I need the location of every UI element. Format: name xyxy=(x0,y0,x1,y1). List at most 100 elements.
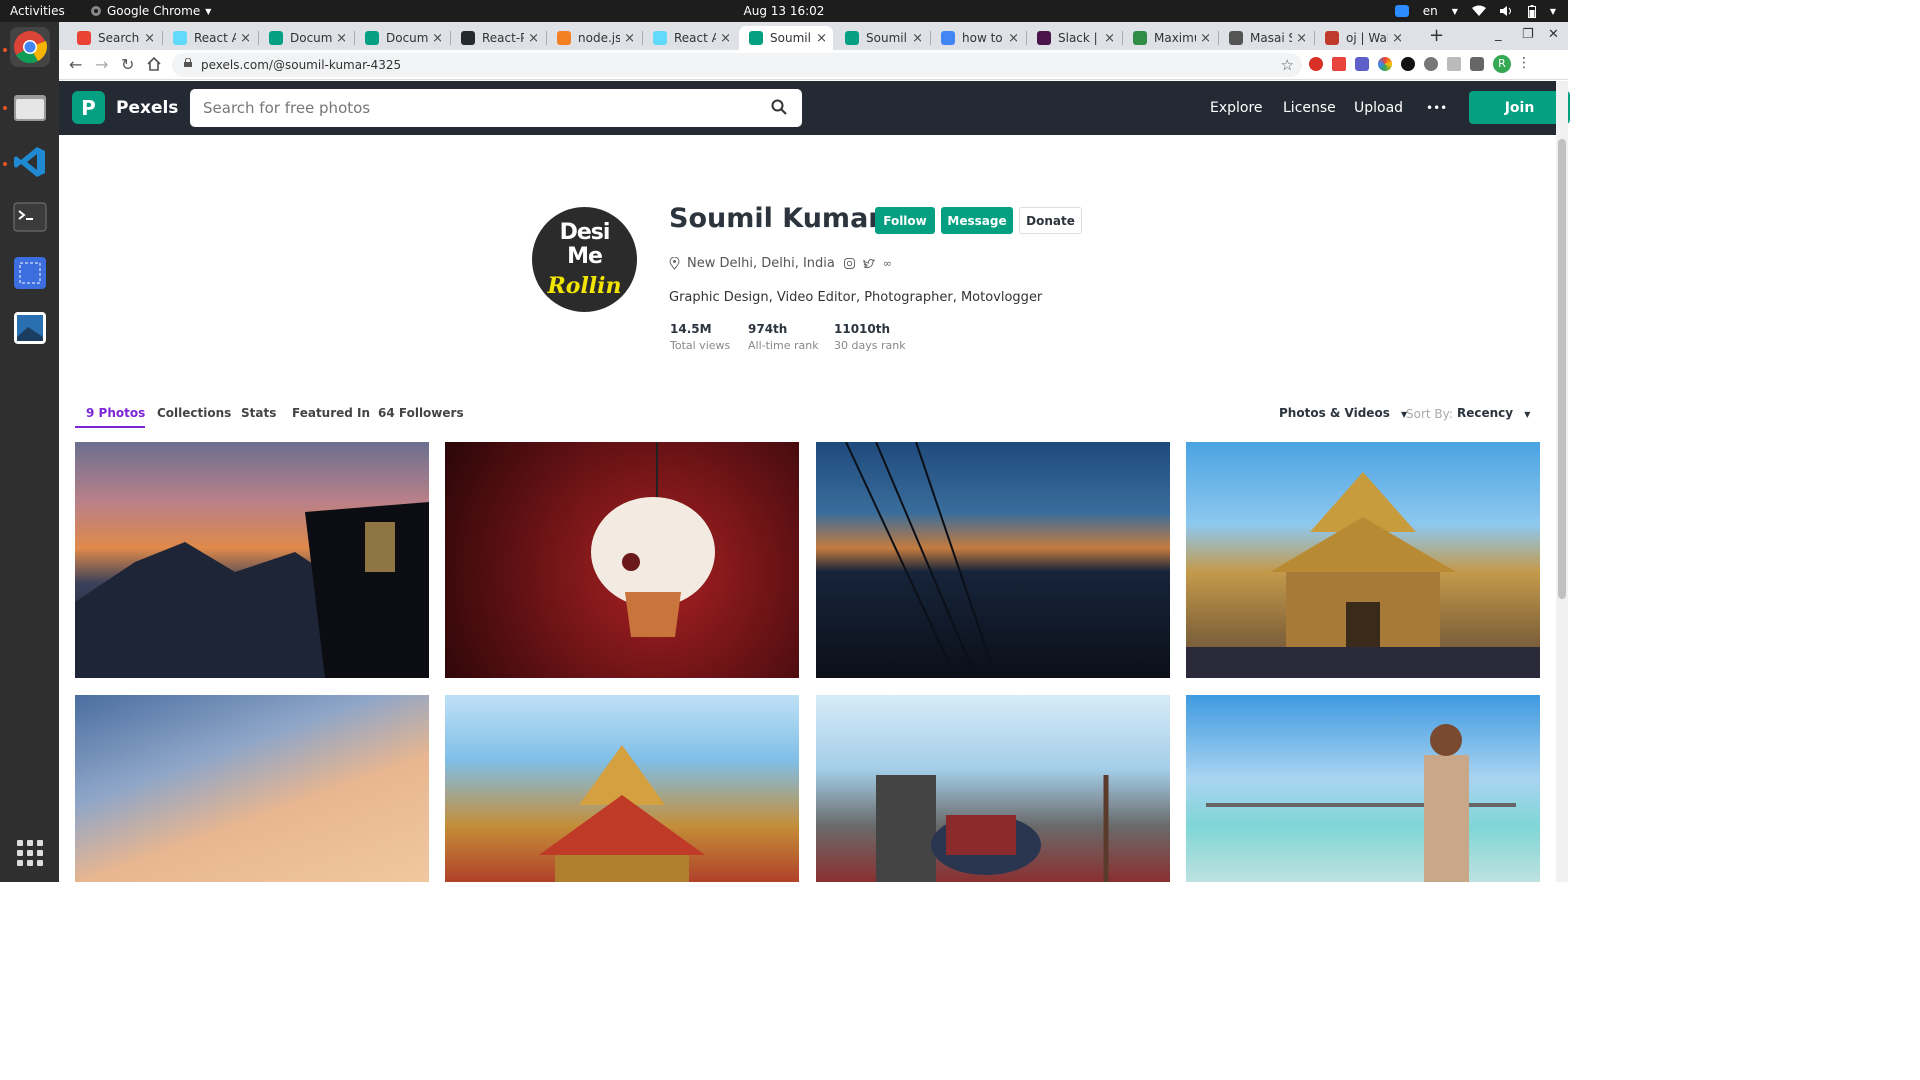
link-icon[interactable]: ∞ xyxy=(883,257,892,270)
instagram-icon[interactable] xyxy=(843,258,855,269)
join-button[interactable]: Join xyxy=(1469,91,1570,124)
tab-close-icon[interactable]: × xyxy=(1104,31,1115,46)
activities-button[interactable]: Activities xyxy=(10,4,65,18)
puzzle-extensions-icon[interactable] xyxy=(1470,57,1484,71)
tab-close-icon[interactable]: × xyxy=(240,31,251,46)
photo-tile[interactable] xyxy=(1186,695,1540,882)
browser-tab[interactable]: oj | Wall × xyxy=(1315,26,1409,50)
upload-link[interactable]: Upload xyxy=(1354,100,1403,116)
browser-tab[interactable]: React Ap × xyxy=(643,26,737,50)
extension-meet-icon[interactable] xyxy=(1355,57,1369,71)
extension-grey-icon[interactable] xyxy=(1424,57,1438,71)
pexels-logo-text[interactable]: Pexels xyxy=(116,98,178,118)
pexels-logo-icon[interactable]: P xyxy=(72,91,105,124)
tab-featured-in[interactable]: Featured In xyxy=(292,406,370,420)
tab-followers[interactable]: 64 Followers xyxy=(378,406,464,420)
tab-close-icon[interactable]: × xyxy=(1200,31,1211,46)
chrome-small-icon xyxy=(91,6,101,16)
minimize-button[interactable]: _ xyxy=(1495,27,1502,42)
terminal-dock-icon[interactable] xyxy=(10,197,50,237)
photo-tile[interactable] xyxy=(445,442,799,678)
tab-close-icon[interactable]: × xyxy=(432,31,443,46)
photo-tile[interactable] xyxy=(75,695,429,882)
browser-tab[interactable]: React Ap × xyxy=(163,26,257,50)
scrollbar-thumb[interactable] xyxy=(1558,139,1566,599)
browser-tab[interactable]: Slack | c × xyxy=(1027,26,1121,50)
photo-tile[interactable] xyxy=(816,442,1170,678)
tab-close-icon[interactable]: × xyxy=(624,31,635,46)
profile-avatar-icon[interactable]: R xyxy=(1493,55,1511,73)
forward-icon[interactable]: → xyxy=(95,55,108,74)
browser-tab[interactable]: Docume × xyxy=(259,26,353,50)
tab-photos[interactable]: 9 Photos xyxy=(86,406,145,420)
photo-tile[interactable] xyxy=(1186,442,1540,678)
chrome-dock-icon[interactable] xyxy=(10,27,50,67)
bookmark-star-icon[interactable]: ☆ xyxy=(1281,56,1294,74)
language-indicator[interactable]: en xyxy=(1423,4,1438,18)
browser-tab[interactable]: Soumil K × xyxy=(739,26,833,50)
extension-dark-icon[interactable] xyxy=(1401,57,1415,71)
browser-tab[interactable]: Search r × xyxy=(67,26,161,50)
profile-name: Soumil Kumar xyxy=(669,203,882,234)
folder-icon xyxy=(14,95,46,121)
tab-close-icon[interactable]: × xyxy=(144,31,155,46)
new-tab-button[interactable]: + xyxy=(1429,25,1444,46)
search-input[interactable] xyxy=(190,89,802,127)
browser-tab[interactable]: Docume × xyxy=(355,26,449,50)
extension-red-icon[interactable] xyxy=(1309,57,1323,71)
gmail-icon xyxy=(77,31,91,45)
tab-close-icon[interactable]: × xyxy=(816,31,827,46)
explore-link[interactable]: Explore xyxy=(1210,100,1263,116)
back-icon[interactable]: ← xyxy=(69,55,82,74)
system-tray[interactable]: en ▼ ▼ xyxy=(1394,4,1556,18)
browser-tab[interactable]: how to i × xyxy=(931,26,1025,50)
browser-tab[interactable]: React-Pl × xyxy=(451,26,545,50)
tab-close-icon[interactable]: × xyxy=(912,31,923,46)
download-icon[interactable] xyxy=(1447,57,1461,71)
reload-icon[interactable]: ↻ xyxy=(121,55,134,74)
home-icon[interactable] xyxy=(147,56,161,75)
twitter-icon[interactable] xyxy=(863,258,875,269)
tab-close-icon[interactable]: × xyxy=(1008,31,1019,46)
donate-button[interactable]: Donate xyxy=(1019,207,1082,234)
search-icon[interactable] xyxy=(771,99,787,115)
stat-total-views: 14.5M Total views xyxy=(670,322,731,352)
tab-close-icon[interactable]: × xyxy=(1296,31,1307,46)
screenshot-dock-icon[interactable] xyxy=(10,253,50,293)
show-applications-icon[interactable] xyxy=(17,840,43,866)
tab-label: Docume xyxy=(386,31,428,45)
browser-tab[interactable]: Masai S × xyxy=(1219,26,1313,50)
vscode-dock-icon[interactable] xyxy=(10,142,50,182)
kebab-menu-icon[interactable]: ⋮ xyxy=(1517,55,1531,71)
app-menu[interactable]: Google Chrome ▼ xyxy=(90,4,211,18)
browser-tab[interactable]: node.js × xyxy=(547,26,641,50)
files-dock-icon[interactable] xyxy=(10,87,50,127)
image-viewer-dock-icon[interactable] xyxy=(10,308,50,348)
more-menu-icon[interactable]: ••• xyxy=(1426,101,1447,115)
photo-tile[interactable] xyxy=(75,442,429,678)
tab-close-icon[interactable]: × xyxy=(336,31,347,46)
pexels-header: P Pexels Explore License Upload ••• Join xyxy=(59,81,1570,135)
tab-close-icon[interactable]: × xyxy=(720,31,731,46)
restore-button[interactable]: ❐ xyxy=(1522,27,1534,42)
extension-megaphone-icon[interactable] xyxy=(1332,57,1346,71)
browser-tab[interactable]: Maximu × xyxy=(1123,26,1217,50)
tab-close-icon[interactable]: × xyxy=(1392,31,1403,46)
photo-tile[interactable] xyxy=(816,695,1170,882)
vscode-icon xyxy=(14,147,45,177)
page-scrollbar[interactable] xyxy=(1556,81,1568,882)
tab-close-icon[interactable]: × xyxy=(528,31,539,46)
clock[interactable]: Aug 13 16:02 xyxy=(0,4,1568,18)
tab-stats[interactable]: Stats xyxy=(241,406,276,420)
extension-color-icon[interactable] xyxy=(1378,57,1392,71)
photo-tile[interactable] xyxy=(445,695,799,882)
omnibox[interactable]: pexels.com/@soumil-kumar-4325 ☆ xyxy=(172,53,1302,77)
tab-collections[interactable]: Collections xyxy=(157,406,231,420)
follow-button[interactable]: Follow xyxy=(875,207,935,234)
sort-dropdown[interactable]: Recency ▼ xyxy=(1457,406,1530,420)
media-filter-dropdown[interactable]: Photos & Videos ▼ xyxy=(1279,406,1407,420)
message-button[interactable]: Message xyxy=(941,207,1013,234)
license-link[interactable]: License xyxy=(1283,100,1336,116)
browser-tab[interactable]: Soumil K × xyxy=(835,26,929,50)
close-window-button[interactable]: ✕ xyxy=(1548,27,1559,42)
